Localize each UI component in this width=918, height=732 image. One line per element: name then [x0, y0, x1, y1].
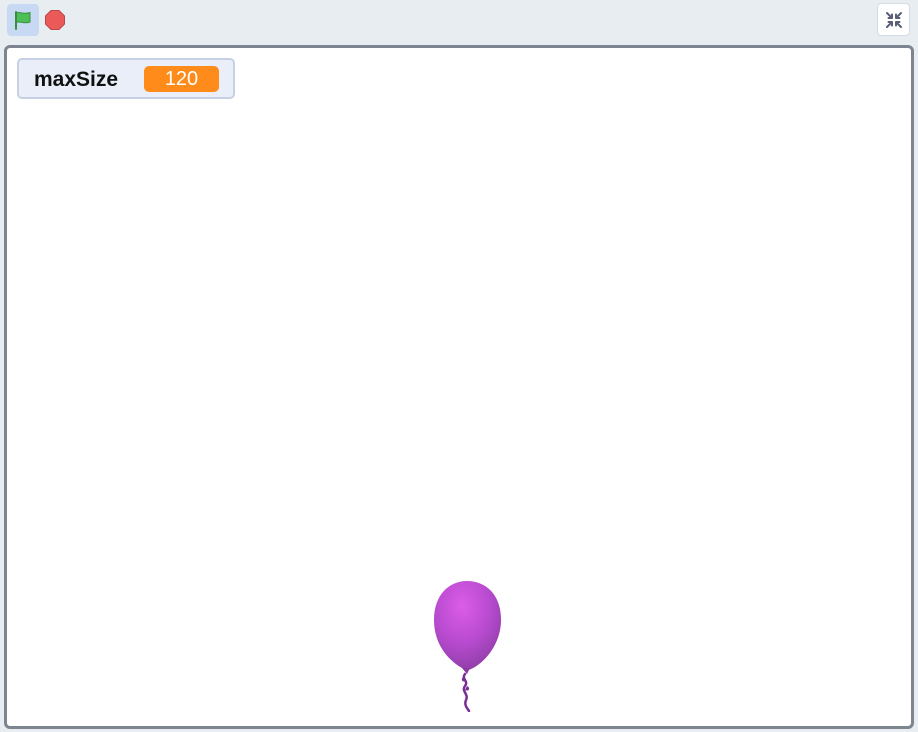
stage-canvas[interactable]: maxSize 120 — [4, 45, 914, 729]
stop-button[interactable] — [43, 8, 67, 32]
exit-fullscreen-button[interactable] — [877, 3, 910, 36]
green-flag-button[interactable] — [7, 4, 39, 36]
variable-monitor-label: maxSize — [34, 68, 119, 91]
stop-icon — [45, 10, 65, 30]
green-flag-icon — [15, 11, 31, 30]
exit-fullscreen-icon — [885, 11, 902, 28]
variable-monitor: maxSize 120 — [17, 58, 235, 99]
balloon-sprite[interactable] — [431, 580, 503, 712]
stage-header-toolbar — [0, 0, 918, 42]
variable-monitor-value: 120 — [144, 66, 219, 92]
